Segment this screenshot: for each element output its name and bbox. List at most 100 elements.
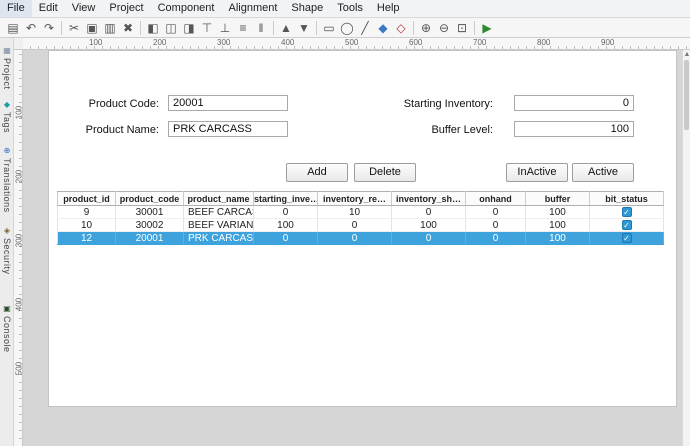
distribute-vertical-icon[interactable]: ‖: [252, 19, 270, 37]
fill-color-icon[interactable]: ◆: [374, 19, 392, 37]
active-button[interactable]: Active: [572, 163, 634, 182]
stroke-color-icon[interactable]: ◇: [392, 19, 410, 37]
sidebar-item-label: Project: [2, 58, 12, 90]
sidebar-item-tags[interactable]: ◆ Tags: [0, 100, 14, 133]
sidebar-item-label: Security: [2, 238, 12, 275]
ruler-label: 800: [537, 38, 551, 47]
align-center-horizontal-icon[interactable]: ◫: [162, 19, 180, 37]
paste-icon[interactable]: ▥: [101, 19, 119, 37]
cell-product-name: PRK CARCASS: [183, 231, 254, 245]
cell-onhand: 0: [465, 218, 526, 232]
cell-bit-status: [589, 218, 664, 232]
cell-inventory-shipped: 0: [391, 231, 466, 245]
line-tool-icon[interactable]: ╱: [356, 19, 374, 37]
toolbar-separator: [140, 20, 141, 35]
column-header[interactable]: product_id: [57, 191, 116, 206]
cell-product-id: 10: [57, 218, 116, 232]
preview-play-icon[interactable]: ▶: [478, 19, 496, 37]
product-code-field[interactable]: [168, 95, 288, 111]
scroll-up-icon[interactable]: ▲: [683, 50, 690, 60]
sidebar-item-security[interactable]: ◈ Security: [0, 226, 14, 275]
ellipse-tool-icon[interactable]: ◯: [338, 19, 356, 37]
redo-icon[interactable]: ↷: [40, 19, 58, 37]
buffer-level-field[interactable]: [514, 121, 634, 137]
align-bottom-icon[interactable]: ⊥: [216, 19, 234, 37]
toolbar-separator: [273, 20, 274, 35]
main-toolbar: ▤ ↶ ↷ ✂ ▣ ▥ ✖ ◧ ◫ ◨ ⊤ ⊥ ≡ ‖ ▲ ▼ ▭ ◯ ╱ ◆ …: [0, 18, 690, 38]
align-left-icon[interactable]: ◧: [144, 19, 162, 37]
menu-alignment[interactable]: Alignment: [221, 0, 284, 17]
cell-product-id: 9: [57, 205, 116, 219]
console-icon: ▣: [3, 304, 11, 313]
table-row-selected[interactable]: 12 20001 PRK CARCASS 0 0 0 0 100: [57, 231, 664, 245]
align-right-icon[interactable]: ◨: [180, 19, 198, 37]
copy-icon[interactable]: ▣: [83, 19, 101, 37]
checkbox-checked-icon[interactable]: [621, 219, 632, 230]
vertical-scrollbar[interactable]: ▲: [682, 50, 690, 446]
ruler-corner: [14, 38, 23, 50]
delete-button[interactable]: Delete: [354, 163, 416, 182]
scrollbar-thumb[interactable]: [684, 60, 689, 130]
ruler-label: 900: [601, 38, 615, 47]
cell-product-code: 30002: [115, 218, 184, 232]
cell-inventory-received: 0: [317, 231, 392, 245]
column-header[interactable]: bit_status: [589, 191, 664, 206]
save-icon[interactable]: ▤: [4, 19, 22, 37]
distribute-horizontal-icon[interactable]: ≡: [234, 19, 252, 37]
bring-forward-icon[interactable]: ▲: [277, 19, 295, 37]
column-header[interactable]: product_name: [183, 191, 254, 206]
send-backward-icon[interactable]: ▼: [295, 19, 313, 37]
rectangle-tool-icon[interactable]: ▭: [320, 19, 338, 37]
menu-shape[interactable]: Shape: [284, 0, 330, 17]
ruler-label: 200: [153, 38, 167, 47]
column-header[interactable]: product_code: [115, 191, 184, 206]
cell-bit-status: [589, 231, 664, 245]
table-row[interactable]: 9 30001 BEEF CARCASS 0 10 0 0 100: [57, 205, 664, 219]
product-name-label: Product Name:: [85, 124, 159, 136]
zoom-in-icon[interactable]: ⊕: [417, 19, 435, 37]
cell-product-code: 20001: [115, 231, 184, 245]
align-top-icon[interactable]: ⊤: [198, 19, 216, 37]
undo-icon[interactable]: ↶: [22, 19, 40, 37]
sidebar-item-label: Translations: [2, 158, 12, 213]
delete-icon[interactable]: ✖: [119, 19, 137, 37]
menu-edit[interactable]: Edit: [32, 0, 65, 17]
ruler-label: 500: [345, 38, 359, 47]
toolbar-separator: [61, 20, 62, 35]
sidebar-item-console[interactable]: ▣ Console: [0, 304, 14, 353]
menu-file[interactable]: File: [0, 0, 32, 17]
starting-inventory-field[interactable]: [514, 95, 634, 111]
add-button[interactable]: Add: [286, 163, 348, 182]
sidebar-item-project[interactable]: ▦ Project: [0, 46, 14, 90]
product-table: product_id product_code product_name sta…: [57, 191, 664, 245]
starting-inventory-label: Starting Inventory:: [403, 98, 493, 110]
inactive-button[interactable]: InActive: [506, 163, 568, 182]
product-code-label: Product Code:: [88, 98, 159, 110]
table-row[interactable]: 10 30002 BEEF VARIANCE 100 0 100 0 100: [57, 218, 664, 232]
menu-help[interactable]: Help: [370, 0, 407, 17]
column-header[interactable]: onhand: [465, 191, 526, 206]
column-header[interactable]: starting_inve…: [253, 191, 318, 206]
toolbar-separator: [413, 20, 414, 35]
product-name-field[interactable]: [168, 121, 288, 137]
column-header[interactable]: inventory_sh…: [391, 191, 466, 206]
buffer-level-label: Buffer Level:: [431, 124, 493, 136]
cell-inventory-received: 0: [317, 218, 392, 232]
menu-component[interactable]: Component: [151, 0, 222, 17]
horizontal-ruler: 100 200 300 400 500 600 700 800 900: [23, 38, 690, 50]
zoom-reset-icon[interactable]: ⊡: [453, 19, 471, 37]
zoom-out-icon[interactable]: ⊖: [435, 19, 453, 37]
menu-project[interactable]: Project: [102, 0, 150, 17]
ruler-label: 400: [281, 38, 295, 47]
cell-inventory-shipped: 0: [391, 205, 466, 219]
design-canvas[interactable]: Product Code: Product Name: Starting Inv…: [48, 50, 677, 407]
menu-view[interactable]: View: [65, 0, 103, 17]
sidebar-item-translations[interactable]: ⊕ Translations: [0, 146, 14, 213]
checkbox-checked-icon[interactable]: [621, 232, 632, 243]
column-header[interactable]: inventory_re…: [317, 191, 392, 206]
menu-tools[interactable]: Tools: [330, 0, 370, 17]
cell-product-name: BEEF CARCASS: [183, 205, 254, 219]
cut-icon[interactable]: ✂: [65, 19, 83, 37]
checkbox-checked-icon[interactable]: [621, 206, 632, 217]
column-header[interactable]: buffer: [525, 191, 590, 206]
